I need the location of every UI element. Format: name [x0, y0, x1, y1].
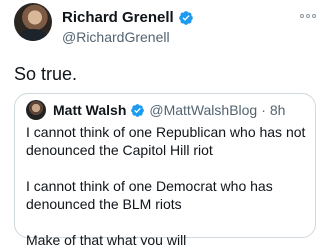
author-handle[interactable]: @RichardGrenell: [62, 28, 194, 46]
tweet-text: So true.: [14, 64, 78, 84]
author-name-row: Richard Grenell: [62, 8, 194, 27]
more-dot: [312, 14, 316, 18]
avatar-shoulders: [18, 29, 48, 41]
author-avatar[interactable]: [14, 3, 52, 41]
verified-badge-icon: [131, 103, 145, 117]
quoted-tweet-paragraph: I cannot think of one Democrat who has d…: [26, 178, 273, 212]
verified-badge-icon: [178, 10, 193, 25]
quoted-author-avatar: [26, 100, 46, 120]
quoted-tweet-time: 8h: [269, 102, 286, 118]
quoted-tweet[interactable]: Matt Walsh @MattWalshBlog · 8h I cannot …: [14, 93, 316, 245]
quoted-tweet-header: Matt Walsh @MattWalshBlog · 8h: [26, 100, 285, 120]
quoted-tweet-body: I cannot think of one Republican who has…: [26, 123, 311, 245]
more-options-icon[interactable]: [297, 10, 319, 22]
quoted-author-name: Matt Walsh: [53, 102, 127, 118]
quoted-author-handle: @MattWalshBlog: [149, 102, 258, 118]
timestamp-separator: ·: [261, 102, 266, 118]
more-dot: [300, 14, 304, 18]
author-display-name[interactable]: Richard Grenell: [62, 8, 174, 27]
tweet-card: Richard Grenell @RichardGrenell So true.…: [0, 0, 330, 245]
more-dot: [306, 14, 310, 18]
quoted-tweet-paragraph: Make of that what you will: [26, 232, 187, 245]
author-info: Richard Grenell @RichardGrenell: [62, 8, 194, 46]
quoted-tweet-paragraph: I cannot think of one Republican who has…: [26, 124, 306, 158]
